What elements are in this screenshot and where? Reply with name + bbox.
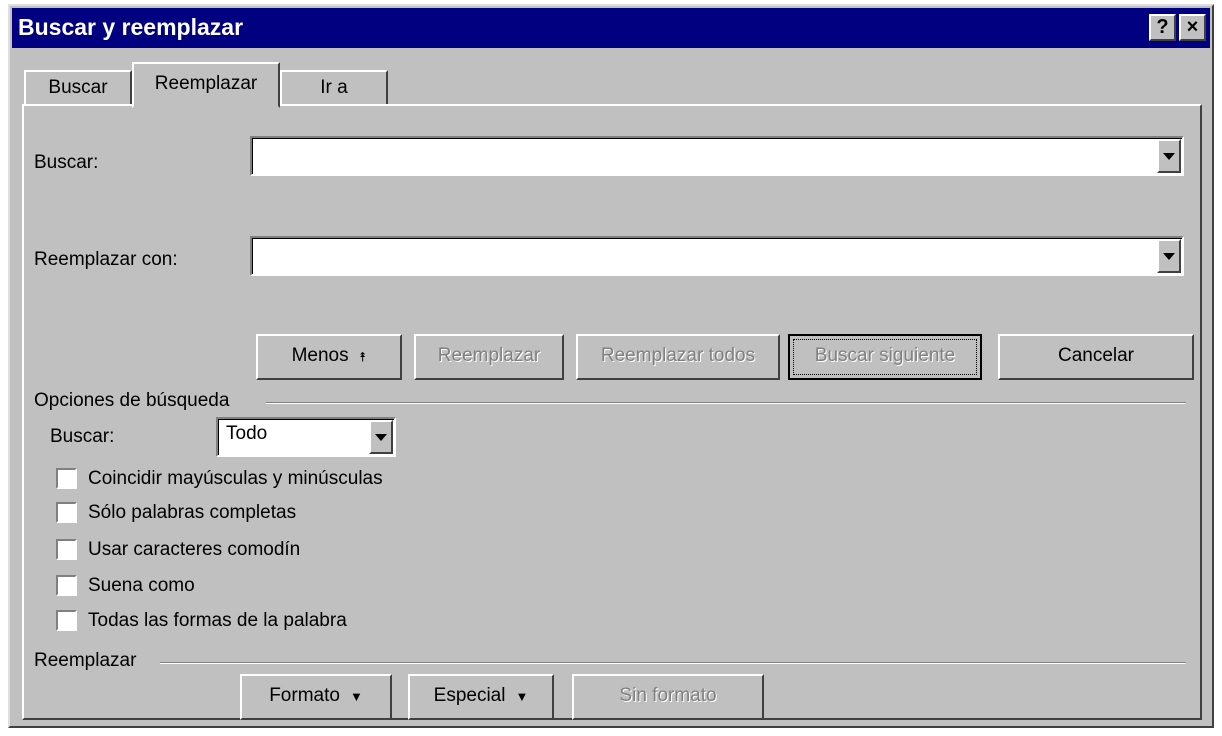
no-format-button-label: Sin formato <box>619 685 717 706</box>
chevron-down-icon: ▼ <box>515 689 529 704</box>
match-case-checkbox[interactable] <box>56 468 77 489</box>
chevron-down-icon[interactable] <box>369 420 393 454</box>
search-direction-value: Todo <box>226 423 268 444</box>
replace-section-heading: Reemplazar <box>34 650 137 671</box>
less-button[interactable]: Menos ⯭ <box>256 334 402 380</box>
find-replace-dialog: Buscar y reemplazar ? × Buscar Reemplaza… <box>8 4 1214 728</box>
wildcards-label: Usar caracteres comodín <box>88 539 301 560</box>
cancel-button[interactable]: Cancelar <box>998 334 1194 380</box>
find-next-button[interactable]: Buscar siguiente <box>788 334 982 380</box>
format-button-label: Formato <box>269 685 340 706</box>
special-button[interactable]: Especial ▼ <box>408 674 554 720</box>
whole-words-label: Sólo palabras completas <box>88 502 297 523</box>
match-case-label: Coincidir mayúsculas y minúsculas <box>88 468 383 489</box>
wildcards-checkbox[interactable] <box>56 539 77 560</box>
no-format-button[interactable]: Sin formato <box>572 674 764 720</box>
tab-reemplazar[interactable]: Reemplazar <box>132 62 280 108</box>
replace-button[interactable]: Reemplazar <box>414 334 564 380</box>
special-button-label: Especial <box>433 685 506 706</box>
sounds-like-checkbox[interactable] <box>56 575 77 596</box>
find-next-button-label: Buscar siguiente <box>814 345 956 366</box>
close-button[interactable]: × <box>1179 14 1206 41</box>
less-button-label: Menos <box>291 345 349 366</box>
replace-input[interactable] <box>250 236 1184 276</box>
tab-ir-a-label: Ir a <box>320 77 348 98</box>
cancel-button-label: Cancelar <box>1057 345 1135 366</box>
dialog-title: Buscar y reemplazar <box>18 14 244 40</box>
search-options-divider <box>266 402 1186 404</box>
search-direction-select[interactable]: Todo <box>216 417 396 457</box>
replace-button-label: Reemplazar <box>437 345 541 366</box>
help-button[interactable]: ? <box>1149 14 1176 41</box>
search-direction-label: Buscar: <box>50 426 115 447</box>
search-options-heading: Opciones de búsqueda <box>34 390 230 411</box>
tab-reemplazar-label: Reemplazar <box>154 73 258 94</box>
find-label: Buscar: <box>34 152 99 173</box>
chevron-down-icon: ▼ <box>349 689 363 704</box>
format-button[interactable]: Formato ▼ <box>240 674 392 720</box>
chevron-up-icon: ⯭ <box>358 349 367 364</box>
replace-label: Reemplazar con: <box>34 249 178 270</box>
replace-all-button-label: Reemplazar todos <box>600 345 756 366</box>
tab-buscar-label: Buscar <box>48 77 108 98</box>
chevron-down-icon[interactable] <box>1157 139 1181 173</box>
replace-all-button[interactable]: Reemplazar todos <box>576 334 780 380</box>
all-forms-label: Todas las formas de la palabra <box>88 610 347 631</box>
tab-buscar[interactable]: Buscar <box>24 70 132 106</box>
close-icon: × <box>1186 16 1199 38</box>
help-icon: ? <box>1156 16 1169 38</box>
find-input[interactable] <box>250 136 1184 176</box>
sounds-like-label: Suena como <box>88 575 195 596</box>
replace-section-divider <box>160 662 1186 664</box>
chevron-down-icon[interactable] <box>1157 239 1181 273</box>
all-forms-checkbox[interactable] <box>56 610 77 631</box>
whole-words-checkbox[interactable] <box>56 502 77 523</box>
tab-ir-a[interactable]: Ir a <box>280 70 388 106</box>
title-bar: Buscar y reemplazar ? × <box>12 8 1210 48</box>
